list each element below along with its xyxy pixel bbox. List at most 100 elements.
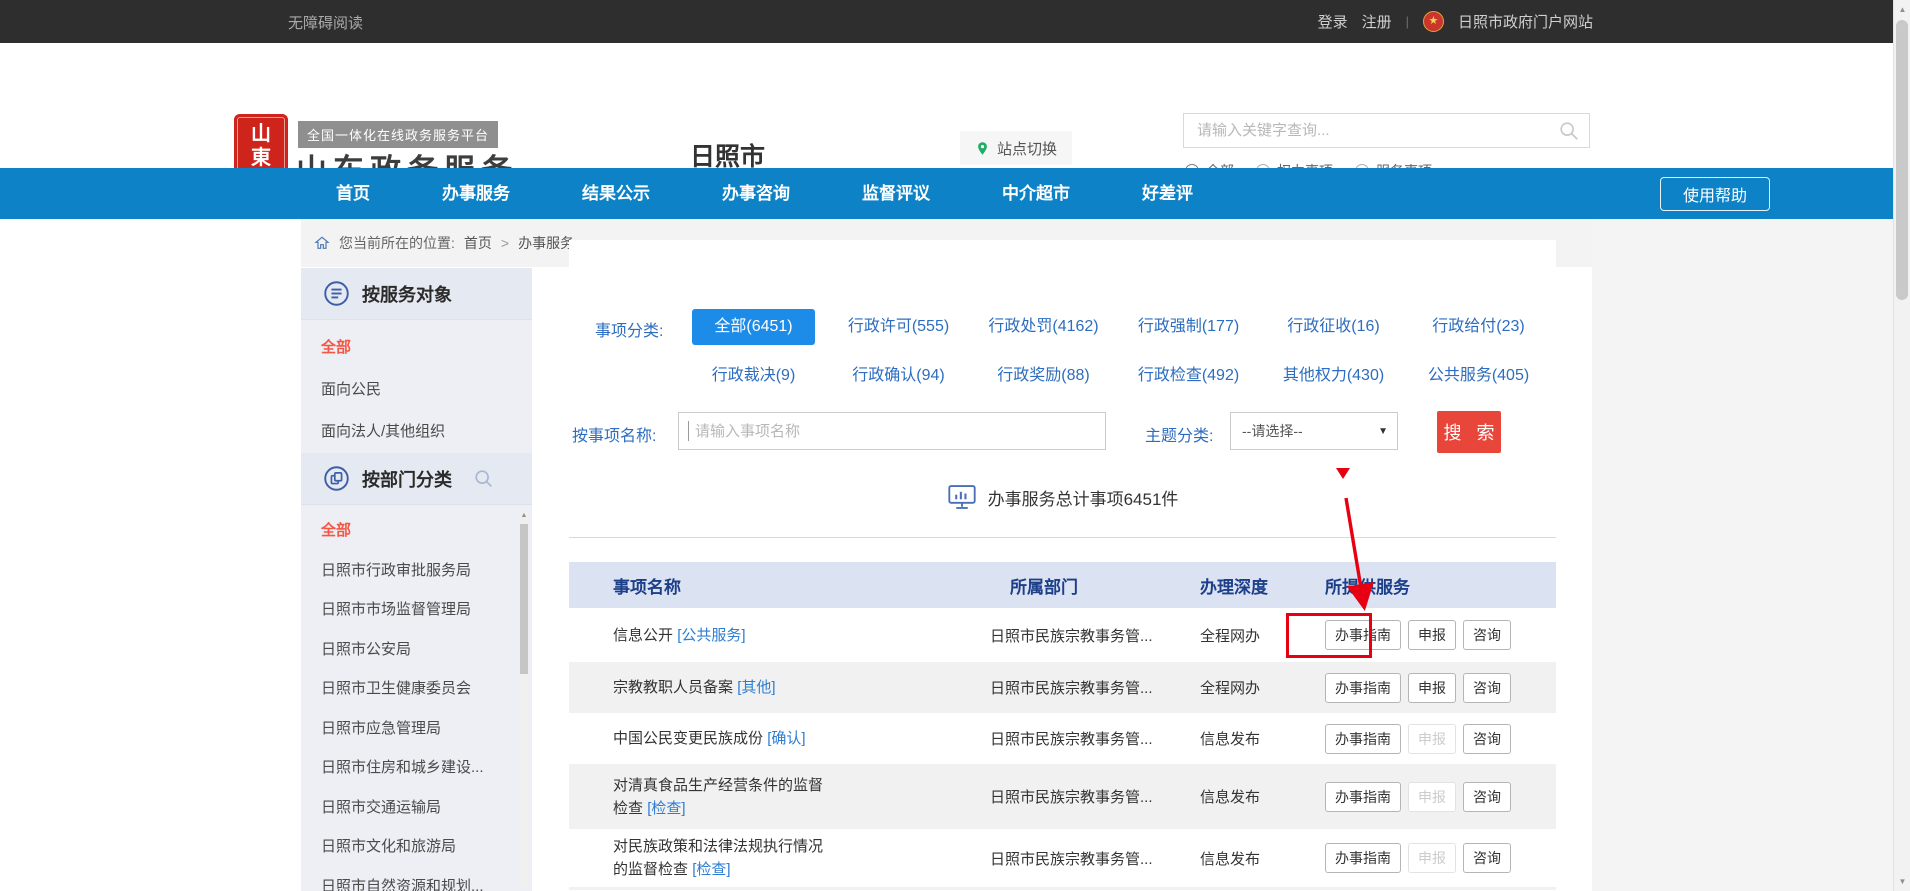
category-11[interactable]: 公共服务(405) xyxy=(1406,358,1551,394)
consult-button[interactable]: 咨询 xyxy=(1463,843,1511,873)
nav-item-5[interactable]: 中介超市 xyxy=(966,168,1106,219)
department-search-icon[interactable] xyxy=(473,468,495,490)
category-10[interactable]: 其他权力(430) xyxy=(1261,358,1406,394)
accessibility-link[interactable]: 无障碍阅读 xyxy=(288,12,363,33)
sidebar-dept-item-7[interactable]: 日照市交通运输局 xyxy=(301,788,532,828)
guide-button[interactable]: 办事指南 xyxy=(1325,673,1401,703)
guide-button[interactable]: 办事指南 xyxy=(1325,782,1401,812)
column-item-name: 事项名称 xyxy=(569,573,990,598)
sidebar-dept-item-6[interactable]: 日照市住房和城乡建设... xyxy=(301,748,532,788)
sidebar-target-item-0[interactable]: 全部 xyxy=(301,327,532,369)
consult-button[interactable]: 咨询 xyxy=(1463,782,1511,812)
scrollbar-thumb[interactable] xyxy=(1896,20,1908,300)
guide-button[interactable]: 办事指南 xyxy=(1325,843,1401,873)
items-table: 事项名称 所属部门 办理深度 所提供服务 信息公开 [公共服务]日照市民族宗教事… xyxy=(569,562,1556,890)
item-name-link[interactable]: 宗教教职人员备案 xyxy=(613,679,733,696)
item-name-search xyxy=(678,412,1106,450)
login-link[interactable]: 登录 xyxy=(1318,11,1348,32)
topic-select[interactable]: --请选择-- ▼ xyxy=(1230,412,1398,450)
item-category-tag[interactable]: [其他] xyxy=(737,679,775,696)
magnifier-icon[interactable] xyxy=(1558,120,1580,142)
nav-item-3[interactable]: 办事咨询 xyxy=(686,168,826,219)
department-scrollbar[interactable]: ▲ xyxy=(520,512,528,888)
sidebar-service-target-header: 按服务对象 xyxy=(301,268,532,320)
category-0[interactable]: 全部(6451) xyxy=(692,309,815,345)
item-category-tag[interactable]: [确认] xyxy=(767,730,805,747)
nav-item-1[interactable]: 办事服务 xyxy=(406,168,546,219)
consult-button[interactable]: 咨询 xyxy=(1463,724,1511,754)
item-name-link[interactable]: 信息公开 xyxy=(613,627,673,644)
sidebar-target-item-1[interactable]: 面向公民 xyxy=(301,369,532,411)
list-circle-icon xyxy=(323,280,350,307)
sidebar-dept-item-4[interactable]: 日照市卫生健康委员会 xyxy=(301,669,532,709)
apply-button[interactable]: 申报 xyxy=(1408,620,1456,650)
category-1[interactable]: 行政许可(555) xyxy=(826,309,971,345)
table-body: 信息公开 [公共服务]日照市民族宗教事务管...全程网办办事指南申报咨询宗教教职… xyxy=(569,608,1556,887)
item-name-link[interactable]: 对清真食品生产经营条件的监督检查 xyxy=(613,777,823,817)
column-department: 所属部门 xyxy=(990,573,1200,598)
breadcrumb-home[interactable]: 首页 xyxy=(464,233,492,253)
sidebar-dept-item-9[interactable]: 日照市自然资源和规划... xyxy=(301,867,532,891)
topbar-divider: | xyxy=(1406,14,1409,29)
search-button[interactable]: 搜 索 xyxy=(1437,411,1501,453)
category-7[interactable]: 行政确认(94) xyxy=(826,358,971,394)
nav-item-4[interactable]: 监督评议 xyxy=(826,168,966,219)
register-link[interactable]: 注册 xyxy=(1362,11,1392,32)
portal-link[interactable]: 日照市政府门户网站 xyxy=(1458,11,1593,32)
header: 山 東 全国一体化在线政务服务平台 山东政务服务 日照市 站点切换 全部权力事项… xyxy=(0,43,1910,168)
topic-label: 主题分类: xyxy=(1145,422,1213,446)
category-8[interactable]: 行政奖励(88) xyxy=(971,358,1116,394)
page: 无障碍阅读 登录 注册 | ★ 日照市政府门户网站 山 東 全国一体化在线政务服… xyxy=(0,0,1910,891)
guide-button[interactable]: 办事指南 xyxy=(1325,620,1401,650)
item-category-tag[interactable]: [检查] xyxy=(692,861,730,878)
item-depth: 信息发布 xyxy=(1200,848,1293,869)
sidebar-dept-item-0[interactable]: 全部 xyxy=(301,511,532,551)
item-name-input[interactable] xyxy=(678,412,1106,450)
sidebar: 按服务对象 全部面向公民面向法人/其他组织 按部门分类 全部日照市行政审批服务局… xyxy=(301,268,532,891)
item-category-tag[interactable]: [检查] xyxy=(647,800,685,817)
item-category-tag[interactable]: [公共服务] xyxy=(677,627,745,644)
sidebar-dept-item-3[interactable]: 日照市公安局 xyxy=(301,630,532,670)
seal-char-2: 東 xyxy=(251,146,271,170)
chevron-down-icon: ▼ xyxy=(1378,426,1388,437)
scroll-thumb[interactable] xyxy=(520,524,528,674)
item-department: 日照市民族宗教事务管... xyxy=(990,786,1200,807)
help-button[interactable]: 使用帮助 xyxy=(1660,177,1770,211)
apply-button: 申报 xyxy=(1408,843,1456,873)
main-nav: 首页办事服务结果公示办事咨询监督评议中介超市好差评 xyxy=(0,168,1910,219)
breadcrumb-prefix: 您当前所在的位置: xyxy=(339,233,455,253)
sidebar-dept-item-2[interactable]: 日照市市场监督管理局 xyxy=(301,590,532,630)
item-depth: 全程网办 xyxy=(1200,625,1293,646)
category-6[interactable]: 行政裁决(9) xyxy=(681,358,826,394)
keyword-search-input[interactable] xyxy=(1183,113,1590,148)
main-content: 事项分类: 全部(6451)行政许可(555)行政处罚(4162)行政强制(17… xyxy=(569,240,1556,891)
item-name-link[interactable]: 中国公民变更民族成份 xyxy=(613,730,763,747)
scrollbar-down-icon[interactable]: ▼ xyxy=(1894,877,1910,886)
consult-button[interactable]: 咨询 xyxy=(1463,620,1511,650)
scrollbar-up-icon[interactable]: ▲ xyxy=(1894,5,1910,14)
summary: 办事服务总计事项6451件 xyxy=(569,483,1556,511)
category-9[interactable]: 行政检查(492) xyxy=(1116,358,1261,394)
guide-button[interactable]: 办事指南 xyxy=(1325,724,1401,754)
breadcrumb-current[interactable]: 办事服务 xyxy=(518,233,574,253)
consult-button[interactable]: 咨询 xyxy=(1463,673,1511,703)
site-switch-button[interactable]: 站点切换 xyxy=(960,131,1072,165)
sidebar-dept-item-1[interactable]: 日照市行政审批服务局 xyxy=(301,551,532,591)
nav-item-0[interactable]: 首页 xyxy=(300,168,406,219)
sidebar-dept-item-8[interactable]: 日照市文化和旅游局 xyxy=(301,827,532,867)
category-4[interactable]: 行政征收(16) xyxy=(1261,309,1406,345)
sidebar-service-target-title: 按服务对象 xyxy=(362,281,452,307)
apply-button[interactable]: 申报 xyxy=(1408,673,1456,703)
apply-button: 申报 xyxy=(1408,782,1456,812)
seal-char-1: 山 xyxy=(251,122,271,146)
sidebar-target-item-2[interactable]: 面向法人/其他组织 xyxy=(301,411,532,453)
sidebar-dept-item-5[interactable]: 日照市应急管理局 xyxy=(301,709,532,749)
category-3[interactable]: 行政强制(177) xyxy=(1116,309,1261,345)
nav-item-2[interactable]: 结果公示 xyxy=(546,168,686,219)
category-list: 全部(6451) 行政许可(555)行政处罚(4162)行政强制(177)行政征收… xyxy=(681,309,1553,394)
scroll-up-icon[interactable]: ▲ xyxy=(520,512,528,519)
category-5[interactable]: 行政给付(23) xyxy=(1406,309,1551,345)
page-scrollbar[interactable]: ▲ ▼ xyxy=(1893,0,1910,891)
category-2[interactable]: 行政处罚(4162) xyxy=(971,309,1116,345)
nav-item-6[interactable]: 好差评 xyxy=(1106,168,1229,219)
